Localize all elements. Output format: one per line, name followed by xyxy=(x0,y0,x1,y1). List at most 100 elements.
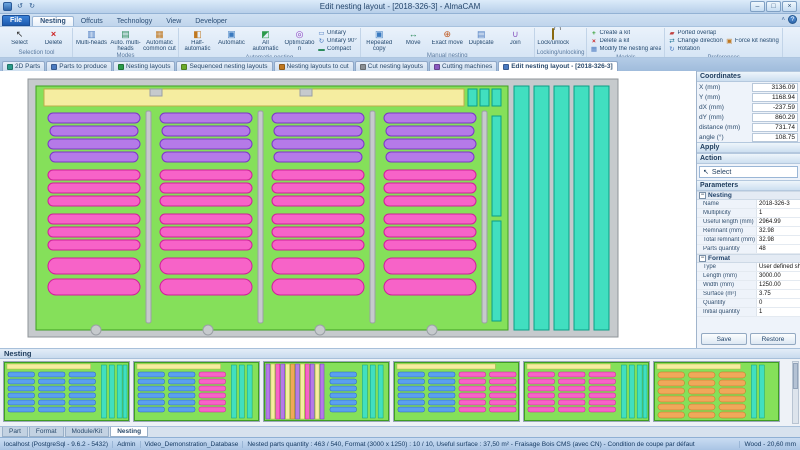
multi-heads-button[interactable]: ▥ Multi-heads xyxy=(75,28,108,52)
delete-button[interactable]: × Delete xyxy=(37,28,70,49)
remnant-value-field[interactable]: 32.98 xyxy=(756,227,800,235)
tab-edit-nesting-layout[interactable]: Edit nesting layout - [2018-326-3] xyxy=(498,61,618,71)
ribbon-group-models: + Create a kit × Delete a kit ▦ Modify t… xyxy=(587,28,666,57)
ribbon-tab-nesting[interactable]: Nesting xyxy=(32,16,74,26)
quantity-value-field[interactable]: 0 xyxy=(756,299,800,307)
tab-format[interactable]: Format xyxy=(28,427,64,437)
modify-nesting-areas-button[interactable]: ▦ Modify the nesting areas xyxy=(590,45,662,53)
ribbon-tab-developer[interactable]: Developer xyxy=(188,17,234,26)
total-remnant-value-field[interactable]: 32.98 xyxy=(756,236,800,244)
x-field[interactable]: 3136.09 xyxy=(752,82,798,92)
tab-cut-nesting-layouts[interactable]: Cut nesting layouts xyxy=(354,61,428,71)
initial-quantity-value-field[interactable]: 1 xyxy=(756,308,800,316)
main-canvas[interactable] xyxy=(0,71,697,348)
move-button[interactable]: ↔ Move xyxy=(397,28,430,52)
nesting-group-header[interactable]: − Nesting xyxy=(697,191,800,200)
select-button[interactable]: ↖ Select xyxy=(3,28,36,49)
minimize-button[interactable]: – xyxy=(750,1,765,12)
collapse-ribbon-icon[interactable]: ˄ xyxy=(781,17,785,23)
ported-overlap-toggle[interactable]: ▰ Ported overlap xyxy=(668,29,722,37)
all-automatic-icon: ◩ xyxy=(261,29,270,39)
half-automatic-button[interactable]: ◧ Half-automatic xyxy=(181,28,214,54)
length-value-field[interactable]: 3000.00 xyxy=(756,272,800,280)
ribbon-tab-offcuts[interactable]: Offcuts xyxy=(74,17,110,26)
duplicate-button[interactable]: ▤ Duplicate xyxy=(465,28,498,52)
multi-heads-icon: ▥ xyxy=(87,29,96,39)
unitary-90-button[interactable]: ↻ Unitary 90° xyxy=(318,37,357,45)
action-select-button[interactable]: ↖ Select xyxy=(699,166,798,178)
dy-field[interactable]: 860.29 xyxy=(752,112,798,122)
ribbon-tab-view[interactable]: View xyxy=(159,17,188,26)
ribbon-tab-file[interactable]: File xyxy=(2,15,31,26)
name-value-field[interactable]: 2018-326-3 xyxy=(756,200,800,208)
coordinate-row-angle: angle (°) 108.75 xyxy=(697,132,800,142)
all-automatic-button[interactable]: ◩ All automatic xyxy=(249,28,282,54)
collapse-icon[interactable]: − xyxy=(699,192,706,199)
delete-kit-label: Delete a kit xyxy=(599,38,630,44)
compact-button[interactable]: ▬ Compact xyxy=(318,45,357,53)
nesting-thumbnail-1[interactable] xyxy=(3,361,130,422)
duplicate-label: Duplicate xyxy=(468,40,494,46)
nesting-thumbnail-4[interactable] xyxy=(393,361,520,422)
y-field[interactable]: 1168.94 xyxy=(752,92,798,102)
exact-move-button[interactable]: ⊕ Exact move xyxy=(431,28,464,52)
optimization-button[interactable]: ◎ Optimization xyxy=(283,28,316,54)
nesting-thumbnail-6[interactable] xyxy=(653,361,780,422)
unitary-icon: ▭ xyxy=(318,29,325,37)
tab-nesting-layouts-label: Nesting layouts xyxy=(126,63,171,70)
format-group-header[interactable]: − Format xyxy=(697,254,800,263)
automatic-button[interactable]: ▣ Automatic xyxy=(215,28,248,54)
collapse-icon[interactable]: − xyxy=(699,255,706,262)
create-kit-button[interactable]: + Create a kit xyxy=(590,29,661,37)
action-header: Action xyxy=(697,153,800,164)
rotation-toggle[interactable]: ↻ Rotation xyxy=(668,45,722,53)
automatic-common-cut-button[interactable]: ▦ Automatic common cut xyxy=(143,28,176,52)
nesting-thumbnail-2[interactable] xyxy=(133,361,260,422)
auto-multi-heads-button[interactable]: ▤ Auto. multi-heads xyxy=(109,28,142,52)
tab-nesting[interactable]: Nesting xyxy=(110,427,149,437)
join-icon: ∪ xyxy=(511,29,519,39)
nesting-thumbnail-3[interactable] xyxy=(263,361,390,422)
param-label: Length (mm) xyxy=(703,273,738,279)
tab-cutting-machines[interactable]: Cutting machines xyxy=(428,61,498,71)
angle-field[interactable]: 108.75 xyxy=(752,132,798,142)
param-row-type: Type User defined sheets xyxy=(697,263,800,272)
help-icon[interactable]: ? xyxy=(788,15,797,24)
nesting-layout-drawing[interactable] xyxy=(0,71,696,348)
tab-part[interactable]: Part xyxy=(2,427,28,437)
type-value-field[interactable]: User defined sheets xyxy=(756,263,800,271)
distance-label: distance (mm) xyxy=(699,123,741,131)
tab-2d-parts[interactable]: 2D Parts xyxy=(2,61,46,71)
tab-parts-to-produce[interactable]: Parts to produce xyxy=(46,61,112,71)
unitary-button[interactable]: ▭ Unitary xyxy=(318,29,357,37)
apply-button[interactable]: Apply xyxy=(697,142,800,153)
nesting-thumbnail-5[interactable] xyxy=(523,361,650,422)
ribbon-tab-technology[interactable]: Technology xyxy=(110,17,159,26)
repeated-copy-icon: ▣ xyxy=(374,29,384,39)
tab-nesting-layouts[interactable]: Nesting layouts xyxy=(113,61,176,71)
tab-module-kit[interactable]: Module/Kit xyxy=(64,427,110,437)
multiplicity-value-field[interactable]: 1 xyxy=(756,209,800,217)
maximize-button[interactable]: □ xyxy=(766,1,781,12)
surface-value-field[interactable]: 3.75 xyxy=(756,290,800,298)
tab-sequenced-nesting-layouts[interactable]: Sequenced nesting layouts xyxy=(176,61,273,71)
save-button[interactable]: Save xyxy=(701,333,747,345)
repeated-copy-button[interactable]: ▣ Repeated copy xyxy=(363,28,396,52)
dx-field[interactable]: -237.59 xyxy=(752,102,798,112)
force-kit-nesting-button[interactable]: ▣ Force kit nesting xyxy=(726,37,779,45)
param-row-width: Width (mm) 1250.00 xyxy=(697,281,800,290)
status-bar: localhost (PostgreSql - 9.6.2 - 5432) Ad… xyxy=(0,437,800,450)
restore-button[interactable]: Restore xyxy=(750,333,796,345)
distance-field[interactable]: 731.74 xyxy=(752,122,798,132)
tab-nesting-layouts-to-cut[interactable]: Nesting layouts to cut xyxy=(273,61,354,71)
join-button[interactable]: ∪ Join xyxy=(499,28,532,52)
lock-unlock-button[interactable]: Lock/unlock xyxy=(537,28,570,49)
useful-length-value-field[interactable]: 2964.99 xyxy=(756,218,800,226)
close-button[interactable]: × xyxy=(782,1,797,12)
delete-kit-button[interactable]: × Delete a kit xyxy=(590,37,661,45)
change-direction-toggle[interactable]: ⇄ Change direction xyxy=(668,37,723,45)
width-value-field[interactable]: 1250.00 xyxy=(756,281,800,289)
thumbnail-scrollbar[interactable] xyxy=(792,361,799,424)
parts-quantity-value-field[interactable]: 48 xyxy=(756,245,800,253)
automatic-common-cut-label: Automatic common cut xyxy=(143,40,176,52)
